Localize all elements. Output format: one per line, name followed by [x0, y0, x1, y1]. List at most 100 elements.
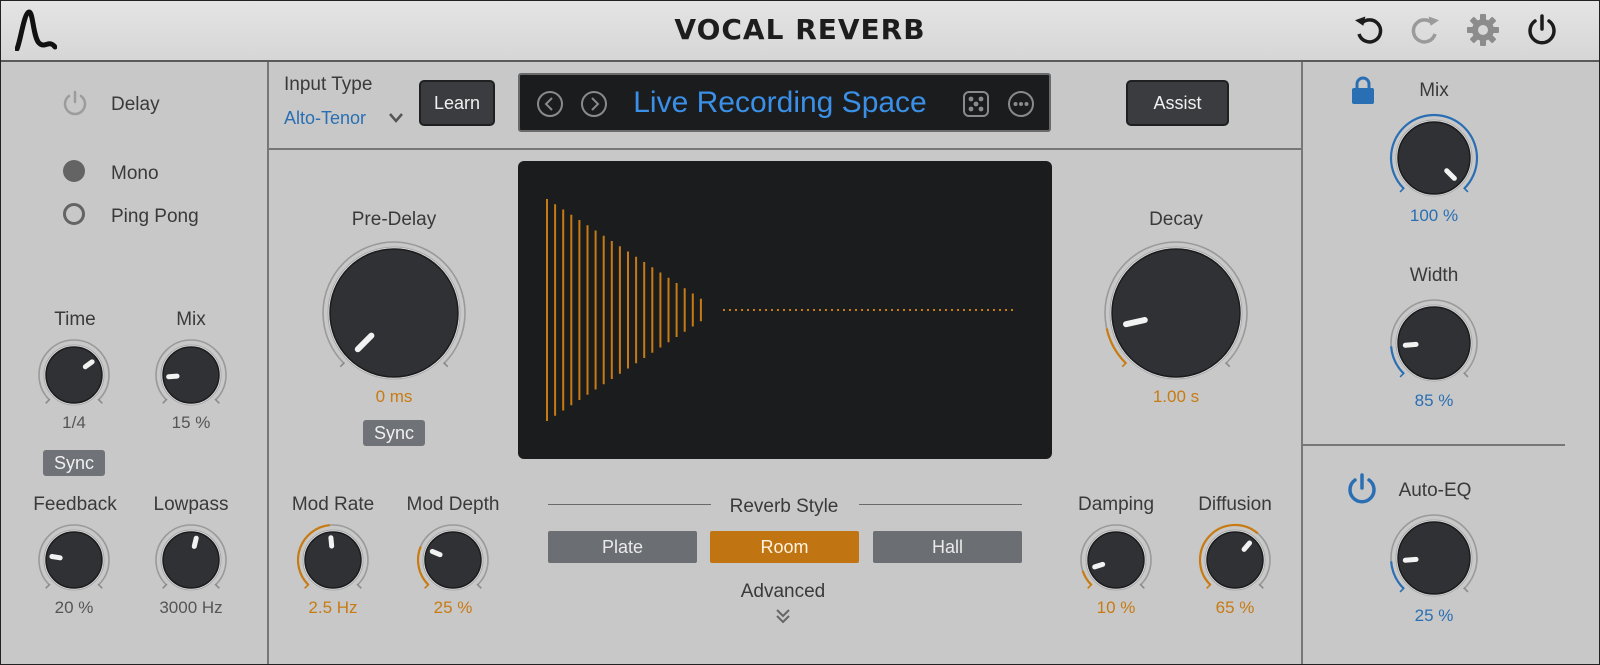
delay-label: Delay: [111, 94, 160, 115]
knob-pointer: [166, 373, 180, 380]
knob-pointer: [1123, 316, 1148, 328]
dice-icon[interactable]: [962, 90, 990, 118]
mod-rate-label: Mod Rate: [291, 494, 375, 515]
time-value: 1/4: [62, 413, 86, 432]
diffusion-value: 65 %: [1215, 598, 1255, 617]
knob-end-tick: [97, 398, 103, 404]
left-panel-divider: [267, 62, 269, 664]
style-hall-button[interactable]: Hall: [873, 531, 1022, 563]
feedback-label: Feedback: [33, 494, 117, 515]
auto-eq-power-icon[interactable]: [1346, 473, 1378, 505]
chevron-right-icon[interactable]: [580, 90, 608, 118]
knob-end-tick: [1463, 587, 1469, 593]
output-mix-value: 100 %: [1409, 206, 1459, 225]
undo-icon[interactable]: [1353, 14, 1385, 46]
knob-pointer: [1092, 561, 1106, 570]
auto-eq-divider: [1303, 444, 1565, 446]
width-label: Width: [1409, 265, 1459, 286]
knob-body: [329, 248, 459, 378]
knob-end-tick: [442, 361, 449, 368]
knob-end-tick: [45, 398, 51, 404]
pre-delay-knob-graphic[interactable]: [316, 235, 472, 391]
decay-knob-graphic[interactable]: [1098, 235, 1254, 391]
gear-icon[interactable]: [1466, 13, 1500, 47]
knob-end-tick: [476, 583, 482, 589]
advanced-toggle[interactable]: Advanced: [701, 581, 865, 603]
damping-value: 10 %: [1096, 598, 1136, 617]
knob-pointer: [191, 535, 199, 549]
knob-end-tick: [356, 583, 362, 589]
knob-end-tick: [162, 583, 168, 589]
impulse-response-graph: [546, 199, 1016, 421]
radio-mono[interactable]: [63, 160, 85, 182]
right-panel-divider: [1301, 62, 1303, 664]
lock-icon[interactable]: [1350, 75, 1376, 105]
knob-end-tick: [214, 398, 220, 404]
width-knob-graphic[interactable]: [1384, 293, 1484, 393]
header-divider: [269, 148, 1301, 150]
mod-depth-label: Mod Depth: [406, 494, 500, 515]
chevron-left-icon[interactable]: [536, 90, 564, 118]
knob-body: [162, 531, 220, 589]
time-knob-graphic[interactable]: [32, 333, 116, 417]
knob-body: [424, 531, 482, 589]
decay-value: 1.00 s: [1152, 387, 1200, 406]
radio-ping-pong[interactable]: [63, 203, 85, 225]
title-bar: VOCAL REVERB: [1, 1, 1599, 62]
auto-eq-label: Auto-EQ: [1398, 480, 1472, 501]
power-icon[interactable]: [1525, 13, 1559, 47]
style-room-button[interactable]: Room: [710, 531, 859, 563]
knob-end-tick: [339, 361, 346, 368]
more-icon[interactable]: [1007, 90, 1035, 118]
damping-knob-graphic[interactable]: [1074, 518, 1158, 602]
assist-button[interactable]: Assist: [1126, 80, 1229, 126]
plugin-window: VOCAL REVERB Delay Mono Ping Pong Time 1…: [0, 0, 1600, 665]
chevron-down-icon[interactable]: [387, 111, 405, 125]
knob-body: [1397, 121, 1471, 195]
lowpass-knob-graphic[interactable]: [149, 518, 233, 602]
knob-end-tick: [1258, 583, 1264, 589]
auto-eq-knob-graphic[interactable]: [1384, 508, 1484, 608]
damping-label: Damping: [1077, 494, 1155, 515]
mod-rate-knob-graphic[interactable]: [291, 518, 375, 602]
knob-body: [1087, 531, 1145, 589]
diffusion-knob-graphic[interactable]: [1193, 518, 1277, 602]
learn-button[interactable]: Learn: [419, 80, 495, 126]
redo-icon[interactable]: [1409, 14, 1441, 46]
time-label: Time: [54, 309, 96, 330]
delay-mix-knob-graphic[interactable]: [149, 333, 233, 417]
knob-pointer: [49, 553, 63, 561]
feedback-knob-graphic[interactable]: [32, 518, 116, 602]
delay-sync-button[interactable]: Sync: [43, 450, 105, 476]
pre-delay-value: 0 ms: [375, 387, 413, 406]
knob-pointer: [1402, 341, 1419, 348]
mod-depth-knob-graphic[interactable]: [411, 518, 495, 602]
knob-pointer: [429, 548, 443, 558]
pre-delay-sync-button[interactable]: Sync: [363, 420, 425, 446]
double-chevron-down-icon[interactable]: [774, 607, 792, 625]
knob-end-tick: [214, 583, 220, 589]
delay-power-icon[interactable]: [61, 89, 89, 117]
output-mix-knob-graphic[interactable]: [1384, 108, 1484, 208]
output-mix-label: Mix: [1419, 80, 1449, 101]
knob-end-tick: [1224, 361, 1231, 368]
mod-depth-value: 25 %: [433, 598, 473, 617]
feedback-value: 20 %: [54, 598, 94, 617]
style-plate-button[interactable]: Plate: [548, 531, 697, 563]
preset-bar: Live Recording Space: [518, 73, 1051, 132]
knob-end-tick: [162, 398, 168, 404]
reverb-style-label: Reverb Style: [729, 496, 839, 517]
auto-eq-value: 25 %: [1414, 606, 1454, 625]
input-type-select[interactable]: Alto-Tenor: [284, 108, 366, 129]
preset-name[interactable]: Live Recording Space: [620, 86, 940, 120]
lowpass-label: Lowpass: [153, 494, 229, 515]
impulse-display: [518, 161, 1052, 459]
mono-label: Mono: [111, 163, 159, 184]
mod-rate-value: 2.5 Hz: [308, 598, 358, 617]
reverb-style-rule-right: [859, 504, 1022, 505]
ping-pong-label: Ping Pong: [111, 206, 199, 227]
delay-mix-label: Mix: [176, 309, 206, 330]
input-type-label: Input Type: [284, 74, 373, 95]
knob-body: [1111, 248, 1241, 378]
knob-end-tick: [97, 583, 103, 589]
